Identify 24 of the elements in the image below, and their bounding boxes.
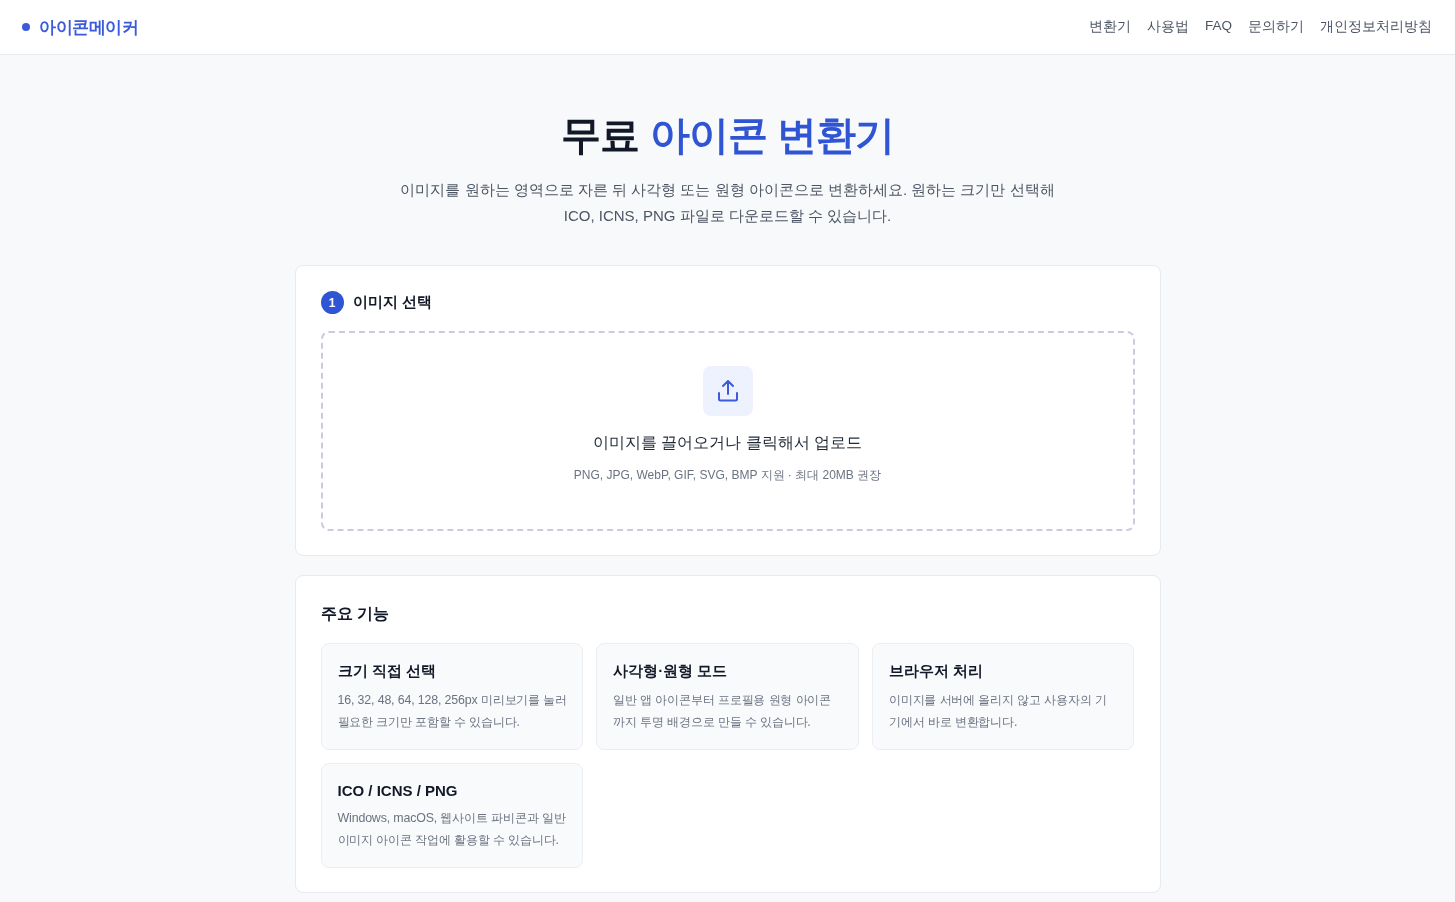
feature-title: 크기 직접 선택 — [337, 662, 437, 681]
feature-description: 이미지를 서버에 올리지 않고 사용자의 기기에서 바로 변환합니다. — [888, 692, 1108, 731]
step-number: 1 — [320, 291, 344, 314]
feature-title: ICO / ICNS / PNG — [337, 782, 459, 799]
nav-link[interactable]: 문의하기 — [1248, 18, 1304, 36]
page-subtitle: 이미지를 원하는 영역으로 자른 뒤 사각형 또는 원형 아이콘으로 변환하세요. 원하는 크기만 선택해 ICO, ICNS, PNG 파일로 다운로드할 수 있습니다. — [399, 180, 1056, 226]
nav-link[interactable]: 개인정보처리방침 — [1320, 18, 1432, 36]
upload-dropzone[interactable]: 이미지를 끌어오거나 클릭해서 업로드 PNG, JPG, WebP, GIF, SVG, BMP 지원 · 최대 20MB 권장 — [320, 331, 1135, 531]
section-heading: 주요 기능 — [320, 604, 390, 624]
dropzone-label: 이미지를 끌어오거나 클릭해서 업로드 — [592, 433, 863, 453]
feature-description: 16, 32, 48, 64, 128, 256px 미리보기를 눌러 필요한 크기만 포함할 수 있습니다. — [337, 692, 568, 731]
nav-link[interactable]: 사용법 — [1147, 18, 1189, 36]
logo-link[interactable]: 아이콘메이커 — [39, 15, 138, 39]
nav-link[interactable]: 변환기 — [1089, 18, 1131, 36]
feature-description: 일반 앱 아이콘부터 프로필용 원형 아이콘까지 투명 배경으로 만들 수 있습니다. — [613, 692, 833, 731]
section-heading: 이미지 선택 — [352, 293, 432, 312]
page-title: 무료 아이콘 변환기 — [561, 112, 894, 159]
dropzone-hint: PNG, JPG, WebP, GIF, SVG, BMP 지원 · 최대 20MB 권장 — [573, 467, 882, 484]
feature-title: 사각형·원형 모드 — [613, 662, 729, 681]
logo-dot-icon — [22, 23, 30, 31]
upload-icon — [702, 366, 753, 416]
feature-title: 브라우저 처리 — [888, 662, 984, 681]
nav-link[interactable]: FAQ — [1205, 18, 1232, 36]
feature-description: Windows, macOS, 웹사이트 파비콘과 일반 이미지 아이콘 작업에 활용할 수 있습니다. — [337, 810, 567, 849]
